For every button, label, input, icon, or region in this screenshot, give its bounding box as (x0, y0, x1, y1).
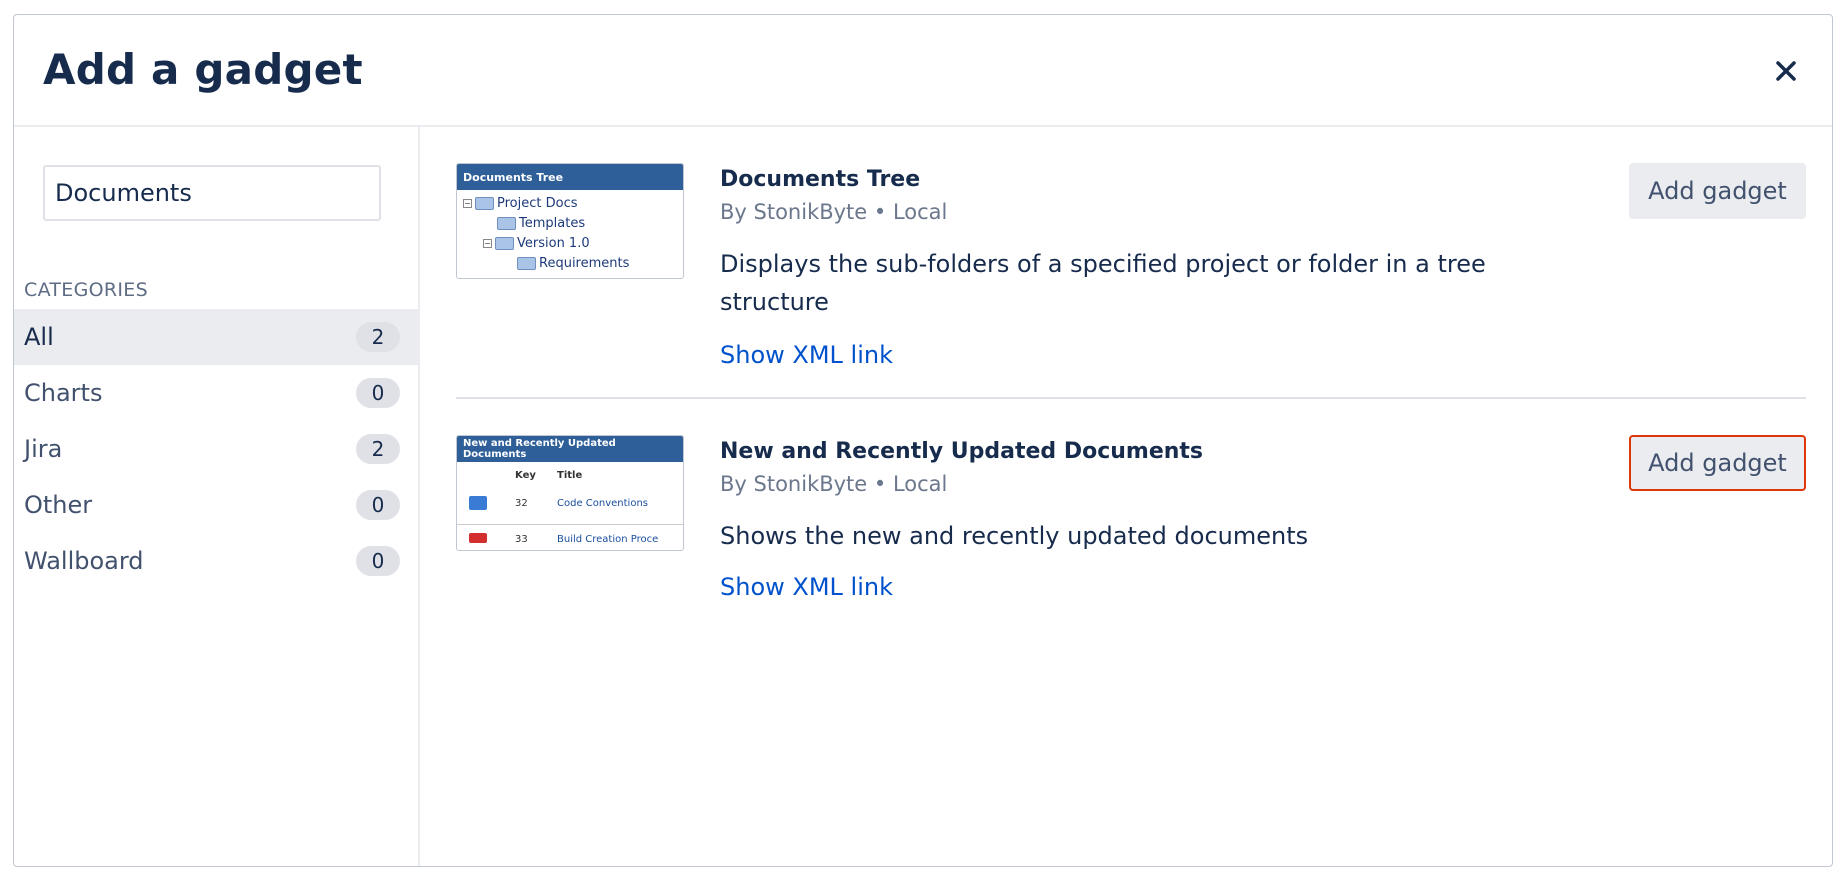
gadget-description: Shows the new and recently updated docum… (720, 522, 1309, 550)
category-list: All 2 Charts 0 Jira 2 Other 0 Wallboard … (14, 309, 418, 589)
category-label: Charts (24, 379, 103, 407)
folder-icon (475, 197, 494, 210)
folder-icon (497, 217, 516, 230)
category-label: Jira (24, 435, 63, 463)
gadget-item: Documents Tree − Project Docs Templates … (456, 163, 1806, 399)
gadget-thumbnail: Documents Tree − Project Docs Templates … (456, 163, 684, 279)
category-count-badge: 0 (356, 378, 400, 408)
pdf-icon (469, 533, 487, 543)
categories-heading: CATEGORIES (24, 279, 148, 301)
gadget-description: Displays the sub-folders of a specified … (720, 250, 1486, 316)
folder-icon (517, 257, 536, 270)
show-xml-link[interactable]: Show XML link (720, 573, 893, 601)
add-gadget-dialog: Add a gadget CATEGORIES All 2 Charts 0 J… (13, 14, 1833, 867)
category-label: Other (24, 491, 93, 519)
tree-row: − Project Docs (463, 196, 578, 211)
sidebar: CATEGORIES All 2 Charts 0 Jira 2 Other 0… (14, 127, 420, 866)
add-gadget-button[interactable]: Add gadget (1629, 435, 1806, 491)
add-gadget-button[interactable]: Add gadget (1629, 163, 1806, 219)
search-input[interactable] (43, 165, 381, 221)
category-charts[interactable]: Charts 0 (14, 365, 418, 421)
tree-row: Requirements (517, 256, 629, 271)
gadget-thumbnail: New and Recently Updated Documents Key T… (456, 435, 684, 551)
category-all[interactable]: All 2 (14, 309, 418, 365)
category-count-badge: 2 (356, 434, 400, 464)
gadget-meta: By StonikByte • Local (720, 200, 948, 224)
gadget-title: New and Recently Updated Documents (720, 439, 1204, 464)
dialog-title: Add a gadget (43, 45, 363, 94)
close-button[interactable] (1766, 51, 1806, 91)
show-xml-link[interactable]: Show XML link (720, 341, 893, 369)
folder-icon (495, 237, 514, 250)
category-other[interactable]: Other 0 (14, 477, 418, 533)
thumbnail-header: Documents Tree (457, 164, 683, 190)
close-icon (1776, 61, 1796, 81)
gadget-title: Documents Tree (720, 167, 921, 192)
gadget-list: Documents Tree − Project Docs Templates … (420, 127, 1832, 866)
gadget-meta: By StonikByte • Local (720, 472, 948, 496)
thumbnail-header: New and Recently Updated Documents (457, 436, 683, 462)
category-jira[interactable]: Jira 2 (14, 421, 418, 477)
category-count-badge: 0 (356, 490, 400, 520)
document-icon (469, 496, 487, 510)
category-label: Wallboard (24, 547, 144, 575)
tree-row: − Version 1.0 (483, 236, 590, 251)
tree-row: Templates (497, 216, 585, 231)
dialog-header: Add a gadget (14, 15, 1832, 127)
gadget-item: New and Recently Updated Documents Key T… (456, 435, 1806, 635)
category-count-badge: 2 (356, 322, 400, 352)
category-count-badge: 0 (356, 546, 400, 576)
category-label: All (24, 323, 54, 351)
category-wallboard[interactable]: Wallboard 0 (14, 533, 418, 589)
